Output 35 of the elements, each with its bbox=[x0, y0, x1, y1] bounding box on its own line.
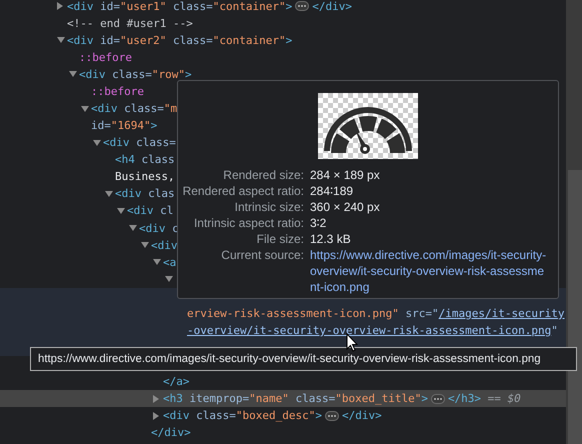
markup-text: -overview/it-security-overview-risk-assessment-icon.png" bbox=[187, 324, 558, 338]
markup-text: <div class="row"> bbox=[79, 68, 192, 81]
markup-text: id="1694"> bbox=[91, 119, 158, 132]
info-value: 360 × 240 px bbox=[310, 199, 381, 215]
info-label: Intrinsic size: bbox=[234, 199, 304, 215]
markup-text: <div cl bbox=[127, 204, 174, 218]
markup-text: erview-risk-assessment-icon.png" src="/images/it-security bbox=[187, 306, 565, 320]
markup-text: <div id="user2" class="container"> bbox=[67, 34, 292, 47]
markup-text: <div class= bbox=[103, 136, 176, 150]
markup-text: </h3> == $0 bbox=[448, 392, 521, 406]
markup-text: ::before bbox=[91, 84, 144, 98]
info-label: File size: bbox=[256, 231, 304, 247]
info-value: 3∶2 bbox=[310, 215, 328, 231]
info-label: Current source: bbox=[220, 247, 304, 264]
markup-text: <h3 itemprop="name" class="boxed_title"> bbox=[163, 392, 428, 406]
markup-text: <div class="m bbox=[91, 102, 178, 115]
info-label: Intrinsic aspect ratio: bbox=[192, 215, 304, 231]
tooltip-text: https://www.directive.com/images/it-security-overview/it-security-overview-risk-assessment-icon.png bbox=[38, 353, 541, 365]
info-value: 284 × 189 px bbox=[310, 167, 381, 183]
markup-text: ::before bbox=[79, 50, 132, 64]
info-value: 284∶189 bbox=[310, 183, 354, 199]
info-value: 12.3 kB bbox=[310, 231, 352, 247]
info-label: Rendered aspect ratio: bbox=[182, 183, 304, 199]
markup-text: </div> bbox=[312, 0, 352, 13]
markup-text: <h4 class bbox=[115, 153, 175, 166]
markup-text: </a> bbox=[163, 375, 190, 388]
markup-text: </div> bbox=[151, 426, 191, 440]
markup-text: <div clas bbox=[115, 187, 175, 200]
markup-text: <div bbox=[151, 238, 178, 252]
markup-text: </div> bbox=[342, 409, 382, 422]
markup-text: <a bbox=[163, 256, 176, 269]
info-label: Rendered size: bbox=[222, 167, 304, 183]
markup-text: <div id="user1" class="container"> bbox=[67, 0, 292, 13]
markup-text: <div class="boxed_desc"> bbox=[163, 409, 322, 422]
markup-text: <!-- end #user1 --> bbox=[67, 16, 193, 30]
